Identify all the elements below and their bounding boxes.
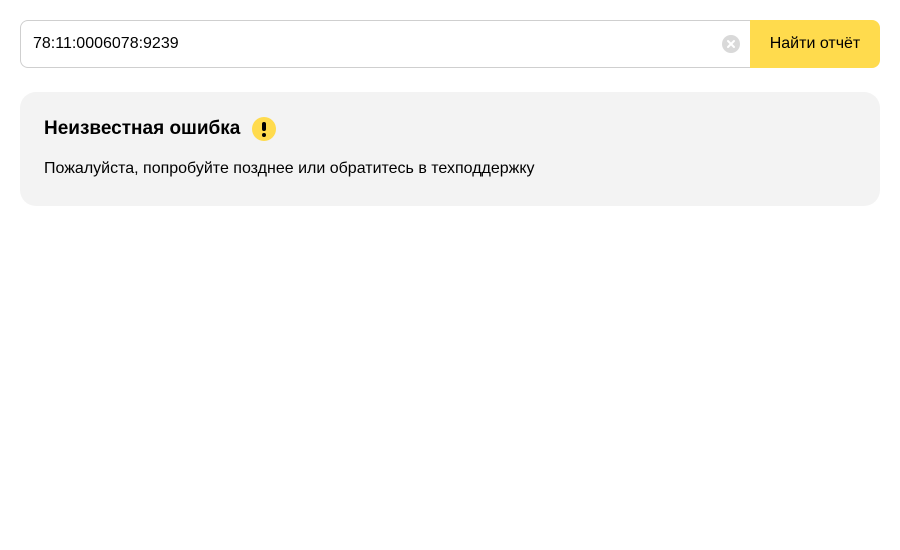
search-input[interactable] bbox=[21, 21, 711, 67]
error-card: Неизвестная ошибка Пожалуйста, попробуйт… bbox=[20, 92, 880, 206]
search-bar: Найти отчёт bbox=[20, 20, 880, 68]
error-header: Неизвестная ошибка bbox=[44, 116, 856, 142]
warning-icon bbox=[252, 117, 277, 141]
close-circle-icon[interactable] bbox=[722, 35, 740, 53]
search-field bbox=[20, 20, 750, 68]
find-report-button[interactable]: Найти отчёт bbox=[750, 20, 880, 68]
error-title: Неизвестная ошибка bbox=[44, 118, 241, 139]
error-message: Пожалуйста, попробуйте позднее или обрат… bbox=[44, 160, 535, 177]
